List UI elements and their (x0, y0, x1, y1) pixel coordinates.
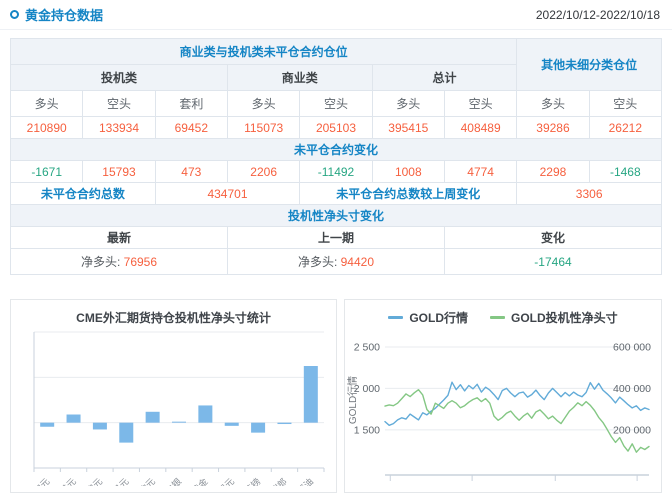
change-value: -1468 (589, 161, 661, 183)
cme-net-position-bar-chart-panel: CME外汇期货持仓投机性净头寸统计 加元美元澳元日元欧元白银黄金纽元英镑瑞郎原油 (10, 299, 337, 493)
subgroup-speculative: 投机类 (11, 65, 228, 91)
svg-text:原油: 原油 (295, 476, 316, 486)
change-value: 2206 (227, 161, 299, 183)
svg-text:1 500: 1 500 (354, 424, 380, 436)
net-latest-label: 净多头: (81, 255, 120, 269)
line-chart-legend: GOLD行情 GOLD投机性净头寸 (345, 309, 661, 325)
col-header: 多头 (372, 91, 444, 117)
svg-text:加元: 加元 (32, 476, 52, 486)
date-range: 2022/10/12-2022/10/18 (536, 8, 660, 22)
subgroup-commercial: 商业类 (227, 65, 372, 91)
col-header: 空头 (444, 91, 516, 117)
net-col-change: 变化 (444, 227, 661, 249)
net-previous-cell: 净多头: 94420 (227, 249, 444, 275)
net-col-previous: 上一期 (227, 227, 444, 249)
legend-dash-icon (490, 316, 505, 319)
circle-bullet-icon (10, 10, 19, 19)
legend-item: GOLD行情 (388, 309, 468, 326)
net-col-latest: 最新 (11, 227, 228, 249)
legend-label: GOLD投机性净头寸 (511, 309, 618, 326)
col-header: 多头 (11, 91, 83, 117)
col-header: 空头 (83, 91, 155, 117)
total-oi-value: 434701 (155, 183, 300, 205)
svg-text:瑞郎: 瑞郎 (268, 476, 289, 486)
positions-table: 商业类与投机类未平仓合约仓位 其他未细分类仓位 投机类 商业类 总计 多头 空头… (10, 38, 662, 275)
net-latest-value: 76956 (124, 255, 157, 269)
change-value: 4774 (444, 161, 516, 183)
legend-label: GOLD行情 (409, 309, 468, 326)
page-title: 黄金持仓数据 (25, 5, 103, 24)
net-latest-cell: 净多头: 76956 (11, 249, 228, 275)
bar-chart-title: CME外汇期货持仓投机性净头寸统计 (11, 309, 336, 326)
open-interest-value: 115073 (227, 117, 299, 139)
svg-text:日元: 日元 (111, 476, 131, 486)
svg-text:400 000: 400 000 (613, 383, 651, 395)
legend-item: GOLD投机性净头寸 (490, 309, 618, 326)
svg-text:澳元: 澳元 (84, 476, 105, 486)
svg-text:2 500: 2 500 (354, 341, 380, 353)
open-interest-value: 408489 (444, 117, 516, 139)
net-previous-label: 净多头: (298, 255, 337, 269)
gold-positions-page: 黄金持仓数据 2022/10/12-2022/10/18 商业类与投机类未平仓合… (0, 0, 672, 496)
col-header: 空头 (589, 91, 661, 117)
net-change-value: -17464 (444, 249, 661, 275)
col-header: 空头 (300, 91, 372, 117)
open-interest-value: 39286 (517, 117, 589, 139)
change-value: 15793 (83, 161, 155, 183)
gold-line-chart-panel: GOLD行情GOLD投机性净头寸 2 500600 0002 000400 00… (344, 299, 662, 493)
change-value: -11492 (300, 161, 372, 183)
other-header-cell: 其他未细分类仓位 (517, 39, 662, 91)
open-interest-value: 133934 (83, 117, 155, 139)
open-interest-value: 69452 (155, 117, 227, 139)
charts-row: CME外汇期货持仓投机性净头寸统计 加元美元澳元日元欧元白银黄金纽元英镑瑞郎原油… (10, 299, 662, 493)
open-interest-value: 205103 (300, 117, 372, 139)
col-header: 多头 (517, 91, 589, 117)
svg-text:美元: 美元 (57, 476, 78, 486)
svg-text:600 000: 600 000 (613, 341, 651, 353)
open-interest-value: 395415 (372, 117, 444, 139)
total-oi-label: 未平仓合约总数 (11, 183, 156, 205)
total-oi-change-label: 未平仓合约总数较上周变化 (300, 183, 517, 205)
change-value: -1671 (11, 161, 83, 183)
svg-text:纽元: 纽元 (216, 476, 237, 486)
col-header: 多头 (227, 91, 299, 117)
open-interest-value: 210890 (11, 117, 83, 139)
col-header: 套利 (155, 91, 227, 117)
change-value: 1008 (372, 161, 444, 183)
header-bar: 黄金持仓数据 2022/10/12-2022/10/18 (0, 0, 672, 30)
net-previous-value: 94420 (341, 255, 374, 269)
change-value: 473 (155, 161, 227, 183)
svg-text:黄金: 黄金 (189, 476, 210, 486)
subgroup-total: 总计 (372, 65, 517, 91)
bar-chart-svg: 加元美元澳元日元欧元白银黄金纽元英镑瑞郎原油 (16, 328, 331, 486)
group-header-cell: 商业类与投机类未平仓合约仓位 (11, 39, 517, 65)
svg-text:GOLD行情: GOLD行情 (347, 376, 359, 424)
legend-dash-icon (388, 316, 403, 319)
line-chart-svg: 2 500600 0002 000400 0001 500200 000GOLD… (347, 327, 659, 487)
change-value: 2298 (517, 161, 589, 183)
net-section-header: 投机性净头寸变化 (11, 205, 662, 227)
svg-text:白银: 白银 (163, 476, 184, 486)
title-wrap: 黄金持仓数据 (10, 5, 103, 24)
total-oi-change-value: 3306 (517, 183, 662, 205)
svg-text:欧元: 欧元 (137, 476, 158, 486)
svg-text:英镑: 英镑 (242, 476, 263, 486)
change-section-header: 未平仓合约变化 (11, 139, 662, 161)
open-interest-value: 26212 (589, 117, 661, 139)
svg-text:200 000: 200 000 (613, 424, 651, 436)
